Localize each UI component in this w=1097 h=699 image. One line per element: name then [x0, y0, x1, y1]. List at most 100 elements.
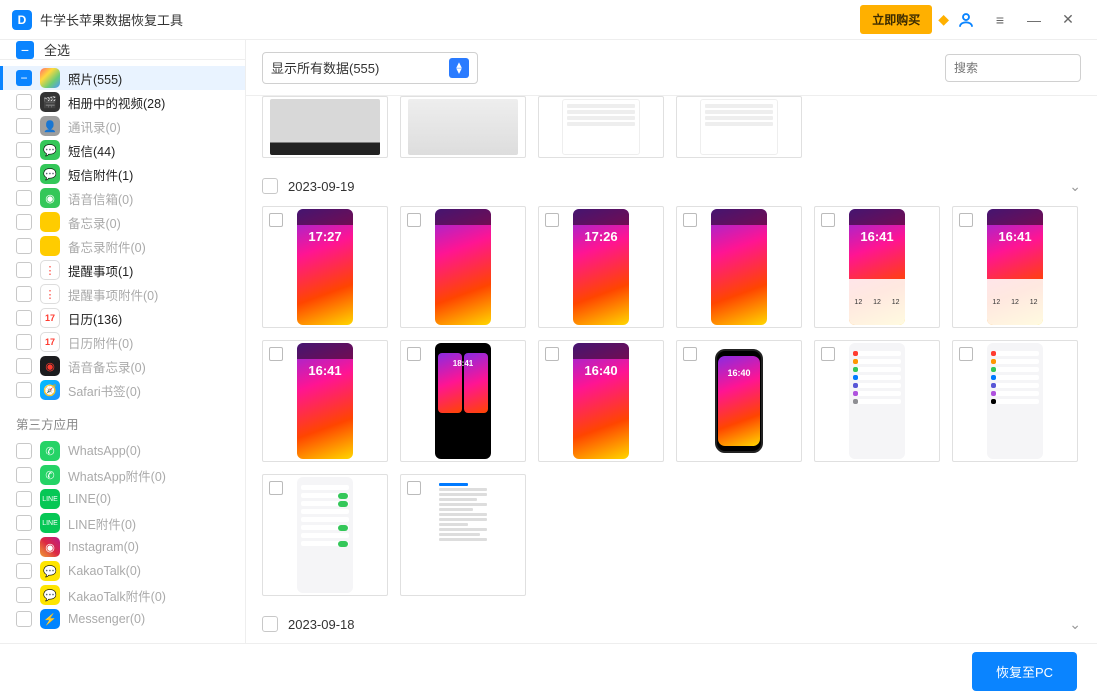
sidebar-item-whatsapp[interactable]: ✆ WhatsApp(0) — [0, 439, 245, 463]
sidebar-item-contacts[interactable]: 👤 通讯录(0) — [0, 114, 245, 138]
minimize-icon[interactable]: — — [1017, 0, 1051, 40]
thumbnail[interactable] — [814, 340, 940, 462]
sidebar-item-instagram[interactable]: ◉ Instagram(0) — [0, 535, 245, 559]
thumbnail[interactable]: 17:26 — [538, 206, 664, 328]
sidebar-item-voice-memos[interactable]: ◉ 语音备忘录(0) — [0, 354, 245, 378]
recover-button[interactable]: 恢复至PC — [972, 652, 1077, 691]
sidebar-item-voicemail[interactable]: ◉ 语音信箱(0) — [0, 186, 245, 210]
checkbox[interactable] — [16, 166, 32, 182]
date-checkbox[interactable] — [262, 616, 278, 632]
thumbnail[interactable]: 18:41 — [400, 340, 526, 462]
instagram-icon: ◉ — [40, 537, 60, 557]
search-box[interactable]: 🔍 — [945, 54, 1081, 82]
checkbox[interactable] — [16, 563, 32, 579]
date-group-header[interactable]: 2023-09-19 ⌄ — [262, 166, 1081, 206]
thumb-checkbox[interactable] — [407, 481, 421, 495]
thumb-checkbox[interactable] — [269, 481, 283, 495]
thumb-checkbox[interactable] — [959, 213, 973, 227]
calendar-attach-icon: 17 — [40, 332, 60, 352]
close-icon[interactable]: ✕ — [1051, 0, 1085, 40]
thumbnail[interactable]: 16:41 — [262, 340, 388, 462]
thumbnail[interactable]: 16:40 — [538, 340, 664, 462]
thumbnail[interactable]: 17:27 — [262, 206, 388, 328]
thumb-checkbox[interactable] — [959, 347, 973, 361]
checkbox[interactable] — [16, 382, 32, 398]
checkbox[interactable] — [16, 190, 32, 206]
image-preview — [700, 99, 778, 155]
checkbox[interactable] — [16, 334, 32, 350]
thumbnail[interactable] — [676, 206, 802, 328]
sidebar-item-sms-attach[interactable]: 💬 短信附件(1) — [0, 162, 245, 186]
thumbnail[interactable]: 16:40 — [676, 340, 802, 462]
thumbnail[interactable] — [262, 96, 388, 158]
checkbox[interactable] — [16, 142, 32, 158]
thumbnail[interactable] — [400, 206, 526, 328]
thumbnail[interactable] — [676, 96, 802, 158]
thumbnail[interactable]: 16:41121212 — [814, 206, 940, 328]
checkbox[interactable] — [16, 467, 32, 483]
checkbox[interactable] — [16, 587, 32, 603]
search-input[interactable] — [954, 61, 1097, 75]
checkbox[interactable] — [16, 310, 32, 326]
collapse-chevron-icon[interactable]: ⌄ — [1069, 616, 1081, 633]
sidebar-item-calendar[interactable]: 17 日历(136) — [0, 306, 245, 330]
select-all-row[interactable]: − 全选 — [0, 40, 245, 60]
checkbox[interactable] — [16, 214, 32, 230]
sidebar-item-whatsapp-attach[interactable]: ✆ WhatsApp附件(0) — [0, 463, 245, 487]
sidebar-item-messenger[interactable]: ⚡ Messenger(0) — [0, 607, 245, 631]
thumb-checkbox[interactable] — [821, 347, 835, 361]
checkbox[interactable] — [16, 611, 32, 627]
thumb-checkbox[interactable] — [545, 213, 559, 227]
select-all-checkbox[interactable]: − — [16, 41, 34, 59]
sidebar-item-reminders[interactable]: ⋮ 提醒事项(1) — [0, 258, 245, 282]
image-preview: 16:41 — [297, 343, 353, 459]
thumb-checkbox[interactable] — [683, 347, 697, 361]
sidebar-item-safari[interactable]: 🧭 Safari书签(0) — [0, 378, 245, 402]
sidebar-item-calendar-attach[interactable]: 17 日历附件(0) — [0, 330, 245, 354]
checkbox[interactable] — [16, 358, 32, 374]
checkbox[interactable] — [16, 286, 32, 302]
sidebar-item-line[interactable]: LINE LINE(0) — [0, 487, 245, 511]
sidebar-item-kakaotalk[interactable]: 💬 KakaoTalk(0) — [0, 559, 245, 583]
thumbnail[interactable] — [400, 96, 526, 158]
thumb-checkbox[interactable] — [821, 213, 835, 227]
checkbox[interactable] — [16, 515, 32, 531]
sidebar-item-sms[interactable]: 💬 短信(44) — [0, 138, 245, 162]
collapse-chevron-icon[interactable]: ⌄ — [1069, 178, 1081, 195]
thumbnail[interactable] — [262, 474, 388, 596]
checkbox[interactable] — [16, 491, 32, 507]
checkbox[interactable] — [16, 238, 32, 254]
checkbox[interactable] — [16, 118, 32, 134]
date-group-header[interactable]: 2023-09-18 ⌄ — [262, 604, 1081, 643]
buy-button[interactable]: 立即购买 — [860, 5, 932, 34]
checkbox[interactable] — [16, 539, 32, 555]
thumbnail[interactable] — [952, 340, 1078, 462]
checkbox[interactable] — [16, 94, 32, 110]
thumb-checkbox[interactable] — [683, 213, 697, 227]
sidebar-item-reminders-attach[interactable]: ⋮ 提醒事项附件(0) — [0, 282, 245, 306]
diamond-icon[interactable]: ◆ — [938, 11, 949, 28]
user-icon[interactable] — [949, 0, 983, 40]
sidebar-item-notes[interactable]: 备忘录(0) — [0, 210, 245, 234]
thumb-checkbox[interactable] — [269, 213, 283, 227]
checkbox[interactable] — [16, 443, 32, 459]
filter-select[interactable]: 显示所有数据(555) ▴▾ — [262, 52, 478, 84]
thumb-checkbox[interactable] — [269, 347, 283, 361]
checkbox[interactable] — [16, 262, 32, 278]
kakaotalk-attach-icon: 💬 — [40, 585, 60, 605]
sidebar-item-line-attach[interactable]: LINE LINE附件(0) — [0, 511, 245, 535]
image-preview — [849, 343, 905, 459]
sidebar-item-videos[interactable]: 🎬 相册中的视频(28) — [0, 90, 245, 114]
thumbnail[interactable] — [538, 96, 664, 158]
thumb-checkbox[interactable] — [545, 347, 559, 361]
date-checkbox[interactable] — [262, 178, 278, 194]
sidebar-item-photos[interactable]: − 照片(555) — [0, 66, 245, 90]
thumbnail[interactable]: 16:41121212 — [952, 206, 1078, 328]
checkbox[interactable]: − — [16, 70, 32, 86]
sidebar-item-notes-attach[interactable]: 备忘录附件(0) — [0, 234, 245, 258]
sidebar-item-kakaotalk-attach[interactable]: 💬 KakaoTalk附件(0) — [0, 583, 245, 607]
thumbnail[interactable] — [400, 474, 526, 596]
sidebar-item-label: 短信附件(1) — [68, 165, 133, 184]
menu-icon[interactable]: ≡ — [983, 0, 1017, 40]
thumb-checkbox[interactable] — [407, 213, 421, 227]
